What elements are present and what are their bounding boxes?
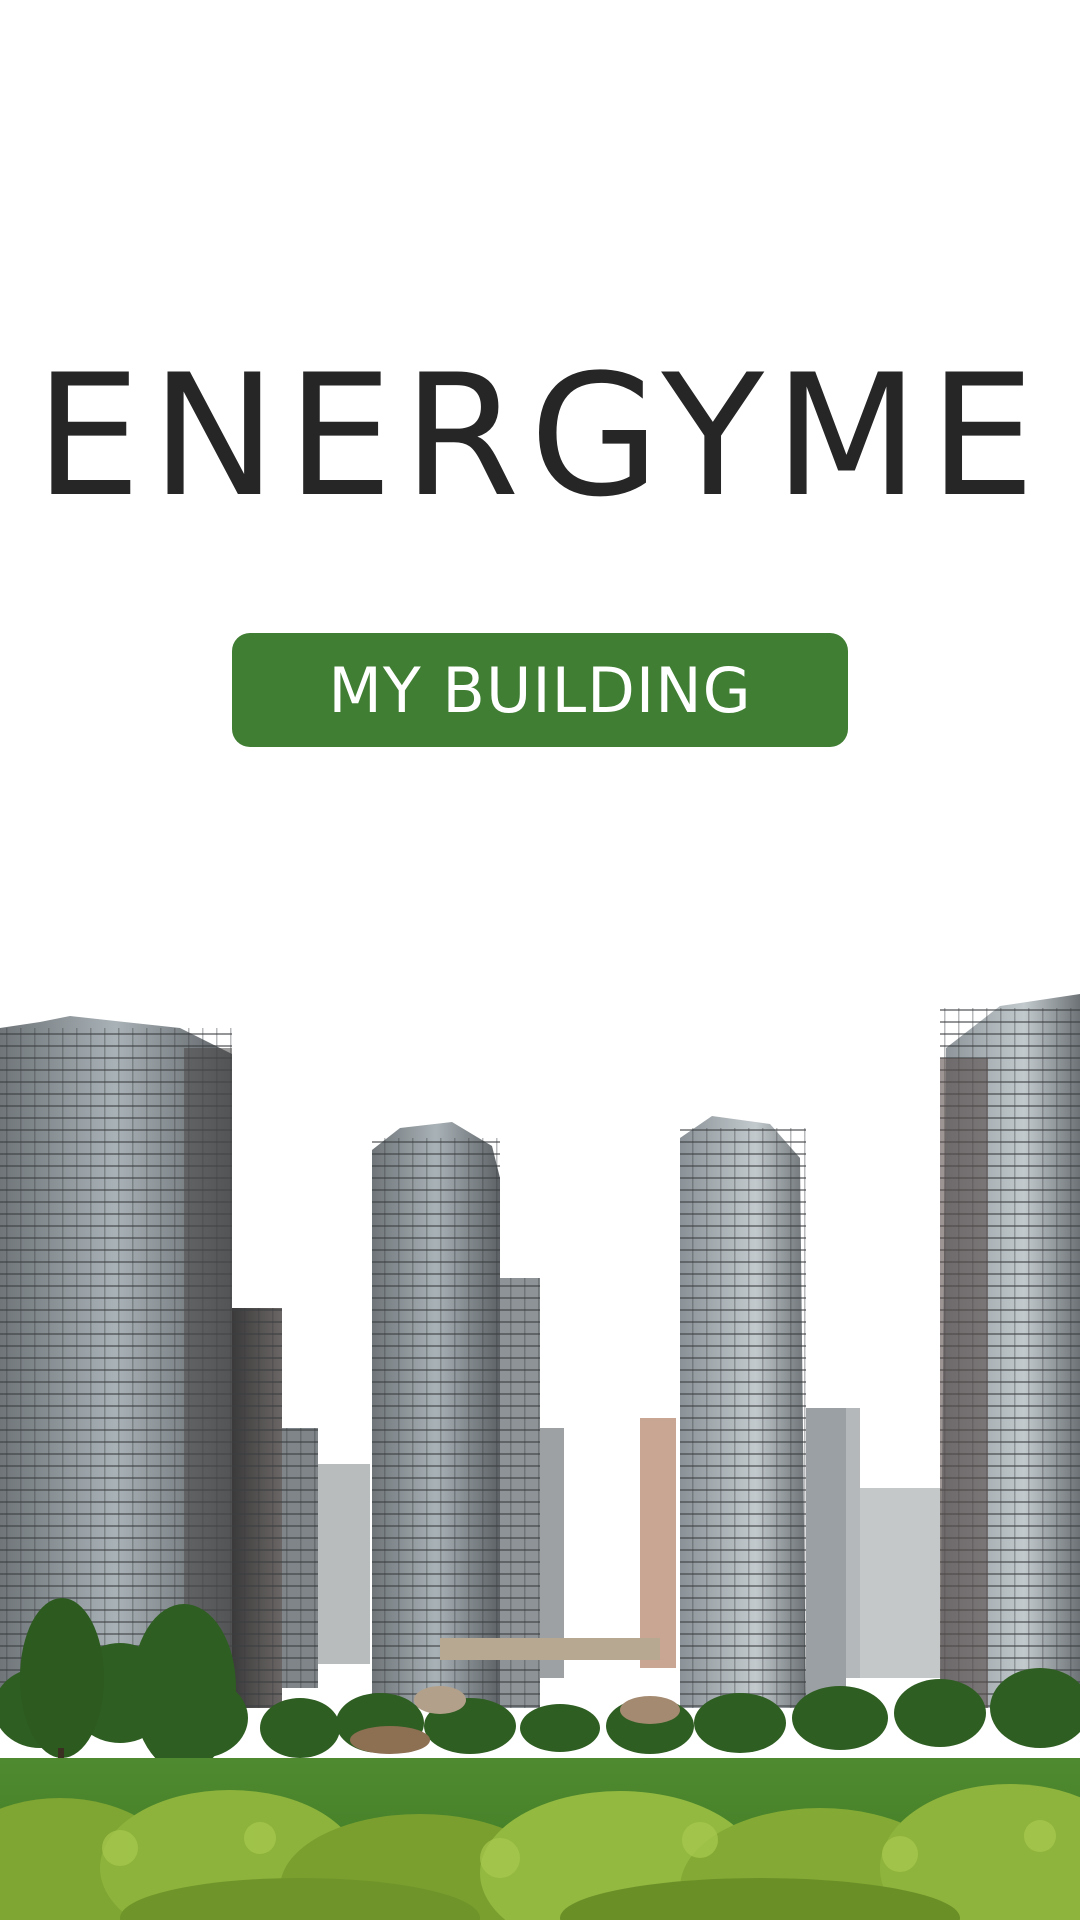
app-title: ENERGYME	[34, 337, 1046, 534]
my-building-button[interactable]: MY BUILDING	[232, 633, 848, 747]
city-towers-park-image	[0, 988, 1080, 1920]
